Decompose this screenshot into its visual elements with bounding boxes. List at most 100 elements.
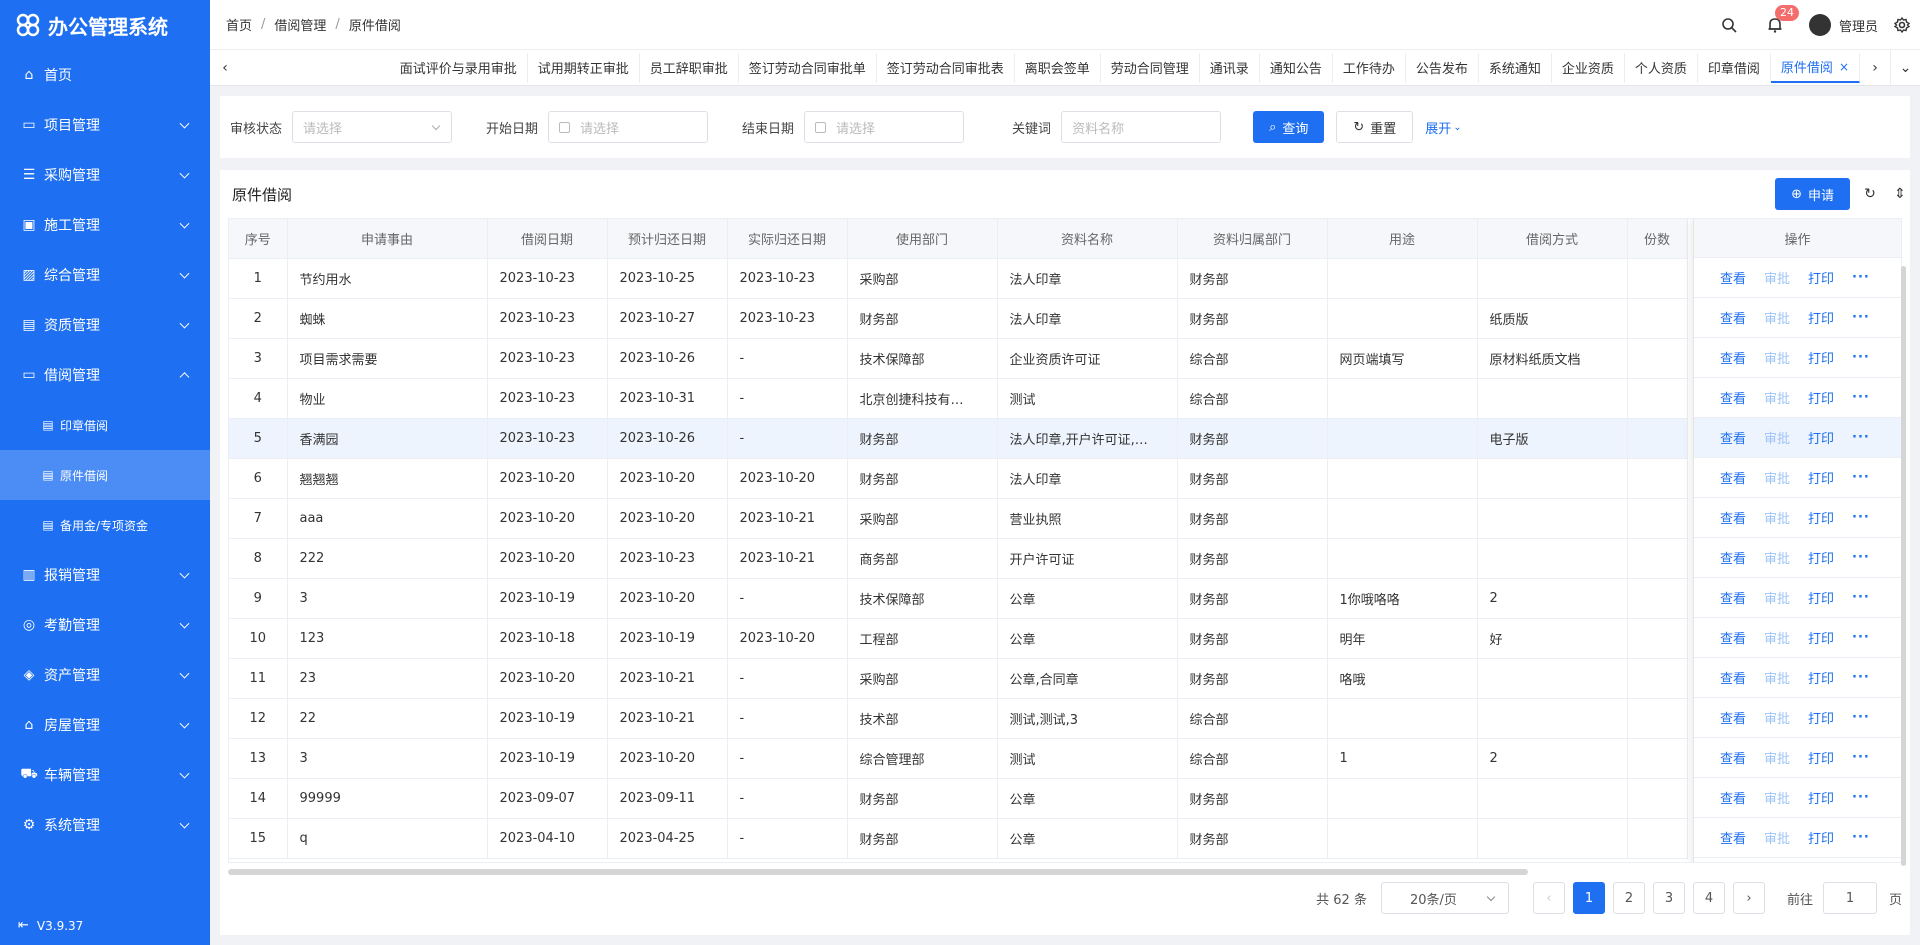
sidebar-item[interactable]: ▤ 资质管理 — [0, 300, 210, 350]
more-actions-icon[interactable]: ··· — [1852, 510, 1870, 525]
table-row[interactable]: 9 3 2023-10-19 2023-10-20- 技术保障部 公章 财务部 1你哦咯咯 2 — [229, 578, 1688, 619]
table-row[interactable]: 6 翘翘翘 2023-10-20 2023-10-20 2023-10-20 财务部 法人印… — [229, 458, 1688, 499]
tab-item[interactable]: 企业资质 — [1552, 52, 1625, 83]
tab-item[interactable]: 面试评价与录用审批 — [390, 52, 528, 83]
more-actions-icon[interactable]: ··· — [1852, 550, 1870, 565]
collapse-menu-icon[interactable]: ⇤ — [18, 918, 29, 933]
breadcrumb-borrow[interactable]: 借阅管理 — [274, 15, 326, 34]
view-link[interactable]: 查看 — [1720, 468, 1746, 487]
table-row[interactable]: 5 香满园 2023-10-23 2023-10-26- 财务部 法人印章,开户许可证,…… — [229, 418, 1688, 459]
sidebar-item[interactable]: ⚙ 系统管理 — [0, 800, 210, 850]
reset-button[interactable]: ↻ 重置 — [1336, 111, 1414, 143]
apply-button[interactable]: ⊕ 申请 — [1775, 178, 1850, 210]
view-link[interactable]: 查看 — [1720, 428, 1746, 447]
print-link[interactable]: 打印 — [1808, 788, 1834, 807]
view-link[interactable]: 查看 — [1720, 348, 1746, 367]
view-link[interactable]: 查看 — [1720, 388, 1746, 407]
more-actions-icon[interactable]: ··· — [1852, 830, 1870, 845]
page-button[interactable]: 2 — [1612, 882, 1645, 914]
view-link[interactable]: 查看 — [1720, 628, 1746, 647]
print-link[interactable]: 打印 — [1808, 668, 1834, 687]
more-actions-icon[interactable]: ··· — [1852, 390, 1870, 405]
tab-item[interactable]: 通讯录 — [1200, 52, 1260, 83]
notification-button[interactable]: 24 — [1765, 5, 1799, 35]
column-height-button[interactable]: ⇕ — [1890, 184, 1910, 204]
goto-page-input[interactable]: 1 — [1822, 882, 1877, 914]
table-row[interactable]: 2 蜘蛛 2023-10-23 2023-10-27 2023-10-23 财务部 法人印章… — [229, 298, 1688, 339]
end-date-input[interactable]: 请选择 — [804, 111, 965, 143]
sidebar-item[interactable]: ◎ 考勤管理 — [0, 600, 210, 650]
view-link[interactable]: 查看 — [1720, 588, 1746, 607]
tab-menu-button[interactable]: ⌄ — [1890, 49, 1920, 86]
table-row[interactable]: 7 aaa 2023-10-20 2023-10-20 2023-10-21 采购部 营业执… — [229, 498, 1688, 539]
view-link[interactable]: 查看 — [1720, 308, 1746, 327]
more-actions-icon[interactable]: ··· — [1852, 590, 1870, 605]
more-actions-icon[interactable]: ··· — [1852, 430, 1870, 445]
view-link[interactable]: 查看 — [1720, 828, 1746, 847]
sidebar-item[interactable]: ⌂ 房屋管理 — [0, 700, 210, 750]
print-link[interactable]: 打印 — [1808, 628, 1834, 647]
app-logo[interactable]: 办公管理系统 — [0, 0, 210, 50]
tab-item[interactable]: 原件借阅 × — [1770, 52, 1860, 83]
table-row[interactable]: 15 q 2023-04-10 2023-04-25- 财务部 公章 财务部 — [229, 818, 1688, 859]
table-row[interactable]: 12 22 2023-10-19 2023-10-21- 技术部 测试,测试,3 综合部 — [229, 698, 1688, 739]
table-row[interactable]: 3 项目需求需要 2023-10-23 2023-10-26- 技术保障部 企业资质许可证… — [229, 338, 1688, 379]
page-button[interactable]: 4 — [1692, 882, 1725, 914]
tab-item[interactable]: 试用期转正审批 — [528, 52, 640, 83]
page-size-select[interactable]: 20条/页 — [1380, 882, 1509, 914]
tab-item[interactable]: 系统通知 — [1479, 52, 1552, 83]
sidebar-item[interactable]: ☰ 采购管理 — [0, 150, 210, 200]
sidebar-subitem[interactable]: ▤ 备用金/专项资金 — [0, 500, 210, 550]
page-button[interactable]: 1 — [1572, 882, 1605, 914]
tab-item[interactable]: 工作待办 — [1333, 52, 1406, 83]
sidebar-subitem[interactable]: ▤ 原件借阅 — [0, 450, 210, 500]
view-link[interactable]: 查看 — [1720, 268, 1746, 287]
sidebar-item[interactable]: ▥ 报销管理 — [0, 550, 210, 600]
prev-page-button[interactable]: ‹ — [1532, 882, 1565, 914]
version-info[interactable]: ⇤ V3.9.37 — [18, 918, 83, 933]
tab-scroll-left[interactable]: ‹ — [210, 50, 240, 86]
page-button[interactable]: 3 — [1652, 882, 1685, 914]
print-link[interactable]: 打印 — [1808, 308, 1834, 327]
view-link[interactable]: 查看 — [1720, 788, 1746, 807]
view-link[interactable]: 查看 — [1720, 668, 1746, 687]
horizontal-scrollbar[interactable] — [228, 869, 1528, 875]
next-page-button[interactable]: › — [1732, 882, 1765, 914]
tab-scroll-right[interactable]: › — [1860, 50, 1890, 86]
vertical-scrollbar[interactable] — [1901, 266, 1906, 866]
tab-item[interactable]: 劳动合同管理 — [1101, 52, 1200, 83]
print-link[interactable]: 打印 — [1808, 468, 1834, 487]
tab-item[interactable]: 离职会签单 — [1015, 52, 1101, 83]
table-row[interactable]: 11 23 2023-10-20 2023-10-21- 采购部 公章,合同章 财务部 咯哦 — [229, 658, 1688, 699]
sidebar-item[interactable]: ▣ 施工管理 — [0, 200, 210, 250]
tab-item[interactable]: 签订劳动合同审批单 — [739, 52, 877, 83]
more-actions-icon[interactable]: ··· — [1852, 710, 1870, 725]
print-link[interactable]: 打印 — [1808, 548, 1834, 567]
more-actions-icon[interactable]: ··· — [1852, 270, 1870, 285]
print-link[interactable]: 打印 — [1808, 388, 1834, 407]
tab-item[interactable]: 通知公告 — [1260, 52, 1333, 83]
table-row[interactable]: 10 123 2023-10-18 2023-10-19 2023-10-20 工程部 公章… — [229, 618, 1688, 659]
view-link[interactable]: 查看 — [1720, 508, 1746, 527]
sidebar-item[interactable]: ⛟ 车辆管理 — [0, 750, 210, 800]
more-actions-icon[interactable]: ··· — [1852, 670, 1870, 685]
sidebar-item[interactable]: ▨ 综合管理 — [0, 250, 210, 300]
status-select[interactable]: 请选择 — [292, 111, 453, 143]
sidebar-item[interactable]: ▭ 项目管理 — [0, 100, 210, 150]
close-icon[interactable]: × — [1839, 60, 1849, 74]
tab-item[interactable]: 公告发布 — [1406, 52, 1479, 83]
search-button[interactable] — [1719, 15, 1739, 35]
more-actions-icon[interactable]: ··· — [1852, 790, 1870, 805]
search-submit-button[interactable]: ⌕ 查询 — [1253, 111, 1325, 143]
sidebar-item[interactable]: ▭ 借阅管理 — [0, 350, 210, 400]
more-actions-icon[interactable]: ··· — [1852, 310, 1870, 325]
print-link[interactable]: 打印 — [1808, 508, 1834, 527]
more-actions-icon[interactable]: ··· — [1852, 470, 1870, 485]
breadcrumb-home[interactable]: 首页 — [226, 15, 252, 34]
sidebar-item[interactable]: ◈ 资产管理 — [0, 650, 210, 700]
table-row[interactable]: 14 99999 2023-09-07 2023-09-11- 财务部 公章 财务部 — [229, 778, 1688, 819]
sidebar-subitem[interactable]: ▤ 印章借阅 — [0, 400, 210, 450]
more-actions-icon[interactable]: ··· — [1852, 630, 1870, 645]
expand-toggle[interactable]: 展开 ⌄ — [1425, 118, 1461, 137]
user-menu[interactable]: 管理员 — [1808, 14, 1878, 36]
